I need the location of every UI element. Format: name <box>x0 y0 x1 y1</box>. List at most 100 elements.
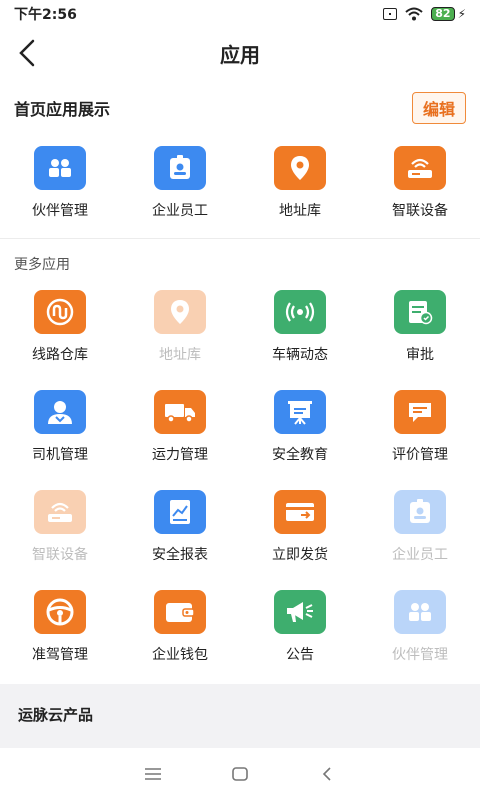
app-label: 企业员工 <box>152 203 208 219</box>
partners-icon <box>34 146 86 190</box>
employee-badge-icon <box>394 490 446 534</box>
app-label: 评价管理 <box>392 447 448 463</box>
more-app-router[interactable]: 智联设备 <box>0 482 120 582</box>
approval-icon <box>394 290 446 334</box>
app-label: 伙伴管理 <box>392 647 448 663</box>
wallet-icon <box>154 590 206 634</box>
location-pin-icon <box>274 146 326 190</box>
report-icon <box>154 490 206 534</box>
status-bar: 下午2:56 82 ⚡ <box>0 0 480 28</box>
app-label: 伙伴管理 <box>32 203 88 219</box>
location-pin-icon <box>154 290 206 334</box>
partners-icon <box>394 590 446 634</box>
router-icon-glyph <box>48 502 72 522</box>
report-icon-glyph <box>170 500 190 524</box>
signal-icon <box>274 290 326 334</box>
wifi-icon <box>405 7 423 21</box>
more-app-megaphone[interactable]: 公告 <box>240 582 360 682</box>
back-button[interactable] <box>14 38 40 68</box>
menu-button[interactable] <box>138 759 168 789</box>
system-back-icon <box>322 767 331 781</box>
home-app-partners[interactable]: 伙伴管理 <box>0 138 120 238</box>
home-apps-title: 首页应用展示 <box>14 100 111 119</box>
app-label: 立即发货 <box>272 547 328 563</box>
partners-icon-glyph <box>49 159 71 177</box>
more-app-wallet[interactable]: 企业钱包 <box>120 582 240 682</box>
system-back-button[interactable] <box>312 759 342 789</box>
approval-icon-glyph <box>409 301 433 325</box>
home-app-employee-badge[interactable]: 企业员工 <box>120 138 240 238</box>
app-label: 企业员工 <box>392 547 448 563</box>
more-app-report[interactable]: 安全报表 <box>120 482 240 582</box>
steering-wheel-icon <box>34 590 86 634</box>
route-icon <box>34 290 86 334</box>
comment-icon-glyph <box>409 403 431 422</box>
app-label: 安全报表 <box>152 547 208 563</box>
home-button[interactable] <box>225 759 255 789</box>
home-apps-grid: 伙伴管理 企业员工 地址库 智联设备 <box>0 138 480 238</box>
more-app-route[interactable]: 线路仓库 <box>0 282 120 382</box>
status-time: 下午2:56 <box>14 7 77 23</box>
comment-icon <box>394 390 446 434</box>
more-app-location-pin[interactable]: 地址库 <box>120 282 240 382</box>
more-apps-grid: 线路仓库 地址库 车辆动态 审批司机管理 运力管理 安全教育 评价管理智联设备 安全报表 立即发… <box>0 282 480 682</box>
wallet-icon-glyph <box>166 603 195 622</box>
app-label: 智联设备 <box>32 547 88 563</box>
router-icon <box>34 490 86 534</box>
app-label: 车辆动态 <box>272 347 328 363</box>
more-app-driver[interactable]: 司机管理 <box>0 382 120 482</box>
app-label: 企业钱包 <box>152 647 208 663</box>
nav-bar: 应用 <box>0 28 480 78</box>
more-app-signal[interactable]: 车辆动态 <box>240 282 360 382</box>
presentation-icon-glyph <box>288 401 312 425</box>
more-app-employee-badge[interactable]: 企业员工 <box>360 482 480 582</box>
location-pin-icon-glyph <box>291 156 309 180</box>
employee-badge-icon <box>154 146 206 190</box>
truck-icon <box>154 390 206 434</box>
section-divider <box>0 238 480 239</box>
partners-icon-glyph <box>409 603 431 621</box>
app-label: 公告 <box>286 647 314 663</box>
app-label: 线路仓库 <box>32 347 88 363</box>
no-sim-icon <box>383 8 398 20</box>
status-icons: 82 ⚡ <box>383 7 466 21</box>
signal-icon-glyph <box>285 302 315 322</box>
more-app-presentation[interactable]: 安全教育 <box>240 382 360 482</box>
router-icon <box>394 146 446 190</box>
more-app-shipment[interactable]: 立即发货 <box>240 482 360 582</box>
app-label: 智联设备 <box>392 203 448 219</box>
megaphone-icon <box>274 590 326 634</box>
more-app-comment[interactable]: 评价管理 <box>360 382 480 482</box>
product-card[interactable]: 运脉云产品 <box>0 694 480 748</box>
app-label: 审批 <box>406 347 434 363</box>
home-square-icon <box>232 767 248 781</box>
more-app-steering-wheel[interactable]: 准驾管理 <box>0 582 120 682</box>
edit-button[interactable]: 编辑 <box>411 92 466 124</box>
more-app-approval[interactable]: 审批 <box>360 282 480 382</box>
steering-wheel-icon-glyph <box>46 598 74 626</box>
employee-badge-icon-glyph <box>170 155 190 179</box>
router-icon-glyph <box>408 158 432 178</box>
home-app-router[interactable]: 智联设备 <box>360 138 480 238</box>
app-label: 地址库 <box>159 347 201 363</box>
charging-bolt-icon: ⚡ <box>457 7 466 21</box>
page-title: 应用 <box>220 42 260 67</box>
shipment-icon-glyph <box>286 503 314 521</box>
back-arrow-icon <box>19 39 35 67</box>
more-apps-title: 更多应用 <box>14 257 70 273</box>
route-icon-glyph <box>46 298 74 326</box>
employee-badge-icon-glyph <box>410 499 430 523</box>
battery-level: 82 <box>431 7 455 21</box>
app-label: 准驾管理 <box>32 647 88 663</box>
battery-indicator: 82 ⚡ <box>431 7 466 21</box>
megaphone-icon-glyph <box>287 602 313 622</box>
more-app-partners[interactable]: 伙伴管理 <box>360 582 480 682</box>
home-apps-header: 首页应用展示 编辑 <box>0 90 480 126</box>
system-nav-bar <box>0 748 480 800</box>
home-app-location-pin[interactable]: 地址库 <box>240 138 360 238</box>
shipment-icon <box>274 490 326 534</box>
presentation-icon <box>274 390 326 434</box>
product-title: 运脉云产品 <box>18 706 94 724</box>
more-app-truck[interactable]: 运力管理 <box>120 382 240 482</box>
truck-icon-glyph <box>165 404 195 423</box>
